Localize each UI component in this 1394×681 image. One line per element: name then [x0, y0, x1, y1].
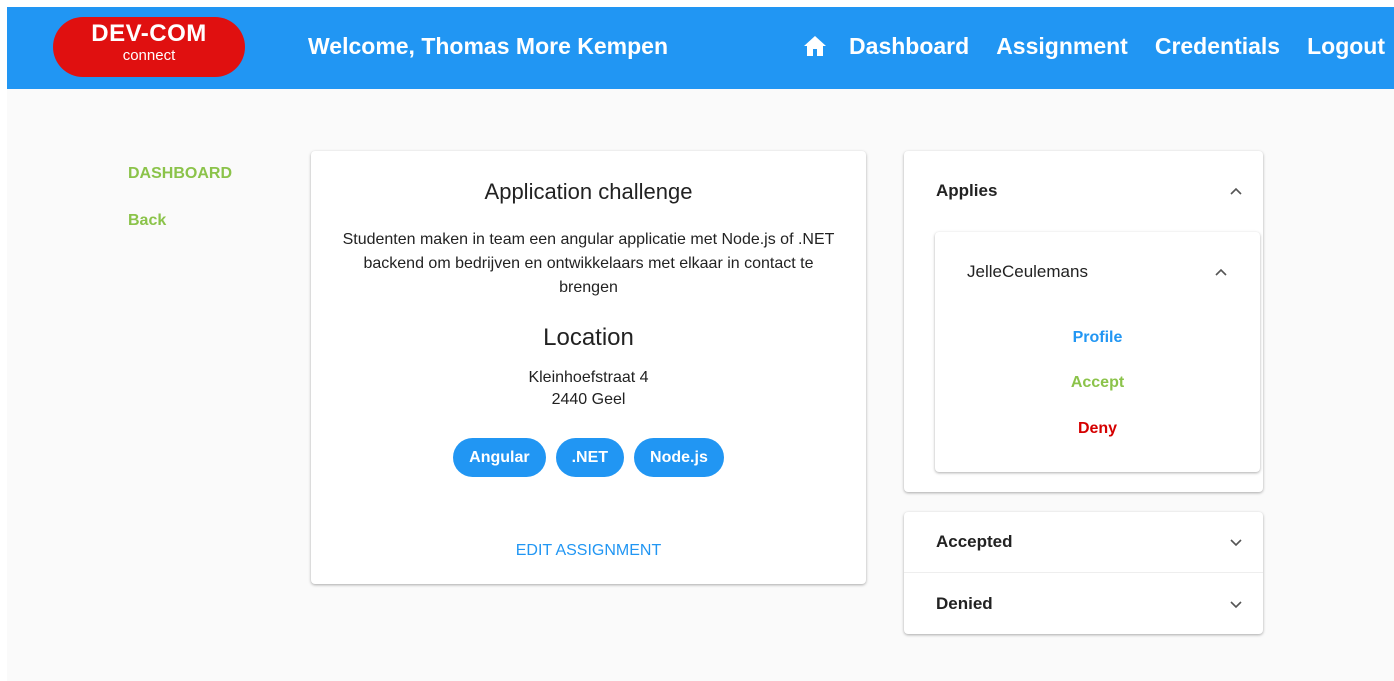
assignment-title: Application challenge: [484, 179, 693, 204]
tag-nodejs[interactable]: Node.js: [634, 438, 724, 477]
chevron-up-icon: [1229, 184, 1243, 198]
tag-list: Angular .NET Node.js: [311, 438, 866, 477]
assignment-card: Application challenge Studenten maken in…: [311, 151, 866, 584]
applies-panel: Applies JelleCeulemans Profile Accept De…: [904, 151, 1263, 492]
applicant-card: JelleCeulemans Profile Accept Deny: [935, 232, 1260, 472]
address-street: Kleinhoefstraat 4: [528, 369, 649, 386]
sidebar-link-back[interactable]: Back: [128, 211, 166, 231]
applies-title: Applies: [936, 181, 998, 200]
chevron-down-icon: [1229, 597, 1243, 611]
logo-subtitle: connect: [122, 47, 176, 64]
chevron-up-icon: [1214, 265, 1228, 279]
address-city: 2440 Geel: [551, 391, 626, 408]
nav-dashboard[interactable]: Dashboard: [849, 31, 969, 61]
denied-title: Denied: [936, 594, 993, 613]
main-nav: Dashboard Assignment Credentials Logout: [801, 30, 1394, 62]
applicant-header[interactable]: JelleCeulemans: [967, 262, 1228, 282]
applies-panel-header[interactable]: Applies: [936, 181, 1243, 201]
tag-angular[interactable]: Angular: [453, 438, 546, 477]
nav-assignment[interactable]: Assignment: [996, 31, 1128, 61]
status-panels: Accepted Denied: [904, 512, 1263, 634]
tag-dotnet[interactable]: .NET: [555, 438, 625, 477]
applicant-name: JelleCeulemans: [967, 262, 1088, 281]
welcome-text: Welcome, Thomas More Kempen: [308, 33, 668, 59]
location-address: Kleinhoefstraat 4 2440 Geel: [311, 367, 866, 411]
applicant-deny-button[interactable]: Deny: [935, 419, 1260, 439]
logo-title: DEV-COM: [91, 20, 207, 47]
location-heading: Location: [543, 324, 634, 351]
panel-divider: [904, 572, 1263, 573]
nav-credentials[interactable]: Credentials: [1155, 31, 1280, 61]
accepted-title: Accepted: [936, 532, 1013, 551]
accepted-panel-header[interactable]: Accepted: [936, 532, 1243, 552]
logo[interactable]: DEV-COM connect: [53, 17, 245, 77]
chevron-down-icon: [1229, 535, 1243, 549]
applicant-accept-button[interactable]: Accept: [935, 373, 1260, 393]
edit-assignment-button[interactable]: EDIT ASSIGNMENT: [311, 541, 866, 561]
assignment-description: Studenten maken in team een angular appl…: [342, 231, 835, 296]
nav-logout[interactable]: Logout: [1307, 31, 1385, 61]
home-icon[interactable]: [801, 32, 829, 60]
applicant-profile-link[interactable]: Profile: [935, 328, 1260, 348]
denied-panel-header[interactable]: Denied: [936, 594, 1243, 614]
sidebar-link-dashboard[interactable]: DASHBOARD: [128, 164, 232, 184]
